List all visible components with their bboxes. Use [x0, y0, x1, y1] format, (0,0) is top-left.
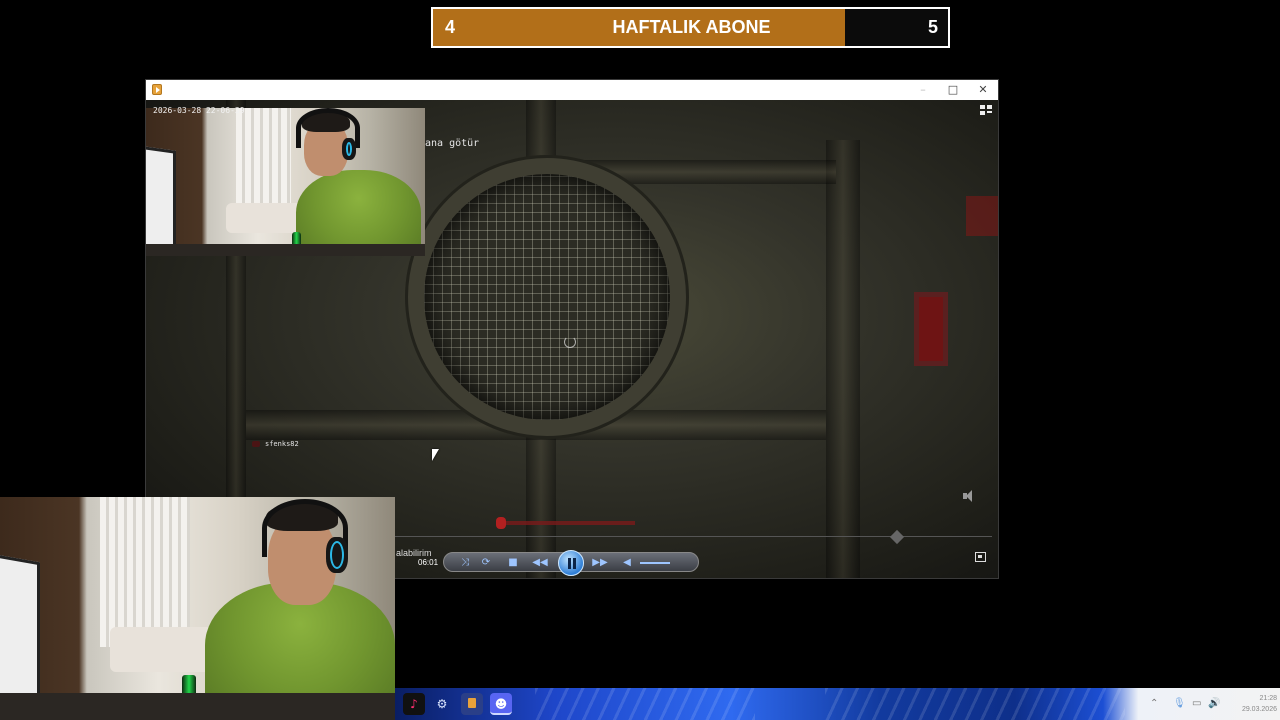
previous-icon[interactable]: ◀◀ — [530, 556, 550, 570]
player-tag-icon — [252, 441, 260, 447]
volume-slider[interactable] — [640, 562, 670, 564]
seek-handle[interactable] — [496, 517, 506, 529]
red-stain — [966, 196, 998, 236]
next-icon[interactable]: ▶▶ — [590, 556, 610, 570]
game-player-tag: sfenks82 — [252, 440, 299, 448]
game-hud-text: ana götür — [425, 138, 480, 149]
tray-chevron-icon[interactable]: ⌃ — [1150, 697, 1158, 711]
desk — [0, 693, 395, 720]
crosshair-icon — [564, 336, 576, 348]
microphone-icon[interactable]: 🎙 — [1173, 697, 1186, 711]
steam-icon[interactable]: ⚙ — [431, 693, 453, 715]
window-titlebar[interactable]: – □ ✕ — [146, 80, 998, 100]
screen: 4 HAFTALIK ABONE 5 – □ ✕ ana götür sfenk — [0, 0, 1280, 720]
repeat-icon[interactable]: ⟳ — [479, 556, 493, 570]
mouse-cursor-icon — [432, 449, 439, 461]
headset-earcup — [326, 537, 348, 573]
curtain — [236, 108, 291, 208]
webcam-overlay-large — [0, 497, 395, 720]
wood-plank — [826, 140, 860, 578]
wallpaper-wave — [535, 688, 755, 720]
headset-earcup — [342, 138, 356, 160]
seek-marker — [889, 529, 905, 545]
clock-time: 21:28 — [1259, 695, 1277, 702]
mute-icon[interactable]: ◀ — [620, 556, 634, 570]
subscriber-goal-count: 5 — [927, 17, 938, 37]
clock-date: 29.03.2026 — [1241, 706, 1277, 713]
minimize-button[interactable]: – — [908, 80, 938, 100]
close-button[interactable]: ✕ — [968, 80, 998, 100]
subscriber-goal-title: HAFTALIK ABONE — [612, 17, 771, 37]
status-text: alabilirim — [396, 548, 432, 558]
bed — [226, 203, 306, 233]
shuffle-icon[interactable]: ⤨ — [458, 556, 472, 570]
red-marker — [914, 292, 948, 366]
system-clock[interactable]: 21:28 29.03.2026 — [1227, 693, 1277, 715]
pause-button[interactable] — [558, 550, 584, 576]
media-player-app-icon — [152, 84, 162, 95]
volume-icon[interactable]: 🔊 — [1208, 697, 1220, 711]
subscriber-goal-bar: 4 HAFTALIK ABONE 5 — [431, 7, 950, 48]
curtain — [100, 497, 190, 647]
player-name-label: sfenks82 — [265, 440, 299, 448]
playlist-icon[interactable] — [980, 105, 992, 115]
recording-timestamp: 2026-03-28 22-06-39 — [153, 106, 245, 115]
wallpaper-wave — [825, 688, 1125, 720]
taskbar: ♪ ⚙ ☻ ⌃ 🎙 ▭ 🔊 21:28 29.03.2026 — [395, 688, 1280, 720]
playback-controls: ⤨ ⟳ ■ ◀◀ ▶▶ ◀ — [443, 550, 699, 576]
webcam-overlay-small — [146, 108, 425, 256]
desk — [146, 244, 425, 256]
mesh-porthole — [408, 158, 686, 436]
stop-icon[interactable]: ■ — [506, 556, 520, 570]
discord-icon[interactable]: ☻ — [490, 693, 512, 715]
elapsed-time: 06:01 — [418, 558, 439, 567]
fullscreen-icon[interactable] — [975, 552, 986, 562]
monitor — [146, 145, 176, 256]
speaker-icon[interactable] — [963, 490, 973, 502]
network-icon[interactable]: ▭ — [1192, 697, 1201, 711]
media-player-icon[interactable] — [461, 693, 483, 715]
maximize-button[interactable]: □ — [938, 80, 968, 100]
tiktok-icon[interactable]: ♪ — [403, 693, 425, 715]
seek-buffer-bar — [501, 521, 635, 525]
